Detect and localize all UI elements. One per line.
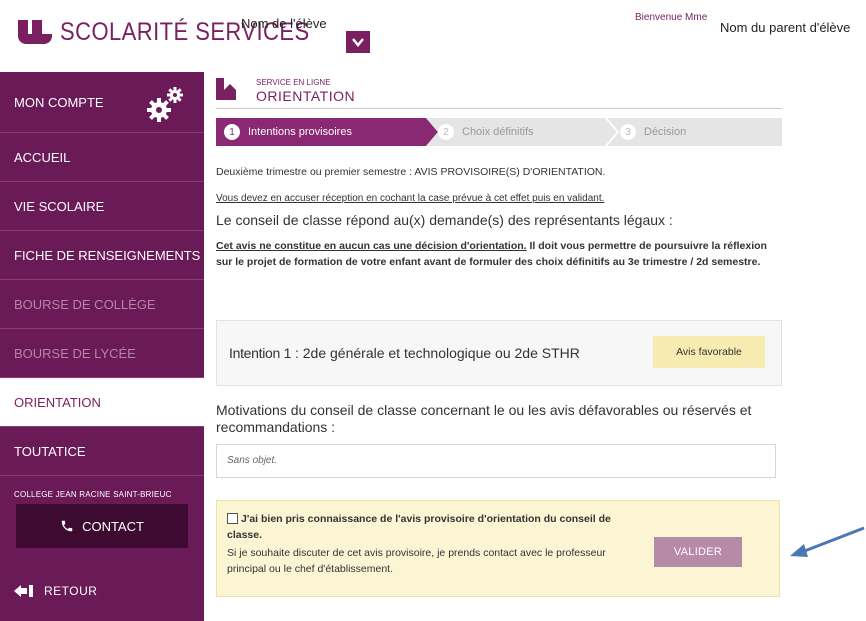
contact-label: CONTACT (82, 518, 144, 534)
phone-icon (61, 520, 73, 532)
step-label: Intentions provisoires (248, 126, 352, 138)
acknowledge-instruction: Vous devez en accuser réception en cocha… (216, 193, 605, 204)
step-number: 3 (620, 124, 636, 140)
notice-text: Cet avis ne constitue en aucun cas une d… (216, 238, 782, 270)
sidebar-item-label: TOUTATICE (14, 443, 86, 459)
trimester-heading: Deuxième trimestre ou premier semestre :… (216, 166, 606, 178)
acknowledge-checkbox-label: J'ai bien pris connaissance de l'avis pr… (227, 513, 611, 541)
sidebar-item-label: FICHE DE RENSEIGNEMENTS (14, 247, 201, 263)
intention-card: Intention 1 : 2de générale et technologi… (216, 320, 782, 386)
sidebar-item-toutatice[interactable]: TOUTATICE (0, 427, 204, 475)
intention-label: Intention 1 (229, 345, 292, 361)
step-number: 2 (438, 124, 454, 140)
validate-button[interactable]: VALIDER (654, 537, 742, 567)
step-label: Choix définitifs (462, 126, 534, 138)
status-badge: Avis favorable (653, 336, 765, 368)
motivations-label: Motivations du conseil de classe concern… (216, 402, 752, 435)
sidebar-item-bourse-college[interactable]: BOURSE DE COLLÈGE (0, 280, 204, 328)
sidebar-item-label: BOURSE DE COLLÈGE (14, 296, 156, 312)
sidebar-item-fiche-renseignements[interactable]: FICHE DE RENSEIGNEMENTS (0, 231, 204, 279)
intention-separator: : (291, 345, 303, 361)
parent-name: Nom du parent d'élève (720, 20, 851, 35)
acknowledge-help-text: Si je souhaite discuter de cet avis prov… (227, 547, 606, 575)
step-number: 1 (224, 124, 240, 140)
student-select-button[interactable] (346, 31, 370, 53)
student-name-label: Nom de l'élève (241, 16, 327, 31)
intention-row: Intention 1 : 2de générale et technologi… (229, 345, 580, 361)
college-name: COLLEGE JEAN RACINE SAINT-BRIEUC (14, 490, 172, 499)
welcome-text: Bienvenue Mme (635, 12, 708, 23)
contact-button[interactable]: CONTACT (16, 504, 188, 548)
sidebar-item-label: BOURSE DE LYCÉE (14, 345, 136, 361)
title-divider (216, 108, 782, 109)
step-progress: 1 Intentions provisoires 2 Choix définit… (216, 118, 782, 146)
notice-underlined: Cet avis ne constitue en aucun cas une d… (216, 240, 527, 252)
step-3: 3 Décision (620, 118, 686, 146)
sidebar-item-vie-scolaire[interactable]: VIE SCOLAIRE (0, 182, 204, 230)
sidebar-item-label: MON COMPTE (14, 94, 104, 110)
sidebar-item-orientation[interactable]: ORIENTATION (0, 378, 204, 426)
back-button[interactable]: RETOUR (0, 569, 204, 613)
sidebar-item-label: ACCUEIL (14, 149, 71, 165)
logo-mark (18, 19, 52, 46)
sidebar-item-label: VIE SCOLAIRE (14, 198, 105, 214)
gears-icon (147, 87, 183, 122)
orientation-arrow-icon (216, 78, 236, 100)
motivations-field: Sans objet. (216, 444, 776, 478)
annotation-arrow-icon (790, 526, 865, 557)
section-label: SERVICE EN LIGNE (256, 78, 331, 87)
sidebar-item-bourse-lycee[interactable]: BOURSE DE LYCÉE (0, 329, 204, 377)
chevron-down-icon (352, 38, 364, 47)
back-arrow-icon (14, 585, 33, 597)
sidebar: MON COMPTE ACCUEIL VIE SCOLAIRE FICHE DE… (0, 72, 204, 621)
acknowledge-panel: J'ai bien pris connaissance de l'avis pr… (216, 500, 780, 597)
intention-value: 2de générale et technologique ou 2de STH… (302, 345, 580, 361)
back-label: RETOUR (44, 584, 98, 598)
council-response-heading: Le conseil de classe répond au(x) demand… (216, 212, 673, 228)
step-1: 1 Intentions provisoires (224, 118, 352, 146)
sidebar-item-mon-compte[interactable]: MON COMPTE (0, 76, 204, 128)
sidebar-item-accueil[interactable]: ACCUEIL (0, 133, 204, 181)
step-label: Décision (644, 126, 687, 138)
sidebar-item-label: ORIENTATION (14, 394, 101, 410)
step-2: 2 Choix définitifs (438, 118, 534, 146)
page-title: ORIENTATION (256, 88, 356, 104)
